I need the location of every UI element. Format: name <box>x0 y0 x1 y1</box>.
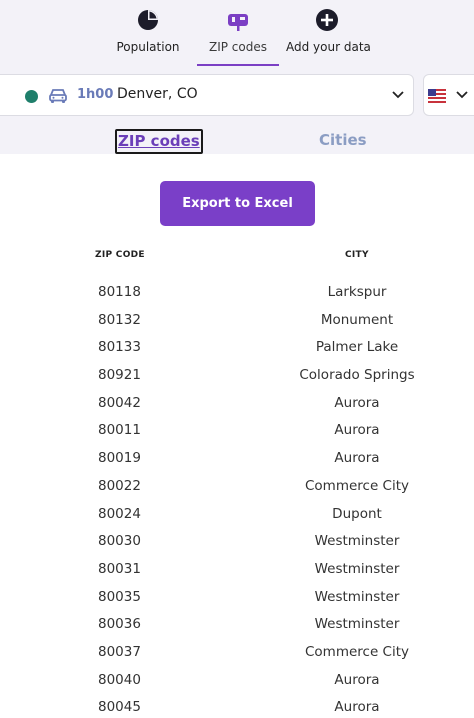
zip-code-cell: 80030 <box>98 533 141 550</box>
table-row: 80036 Westminster <box>0 610 474 638</box>
table-row: 80042 Aurora <box>0 389 474 417</box>
active-tab-indicator <box>197 64 279 66</box>
table-row: 80035 Westminster <box>0 583 474 611</box>
city-cell: Dupont <box>332 505 382 522</box>
city-cell: Aurora <box>334 699 380 716</box>
city-cell: Aurora <box>334 671 380 688</box>
pie-chart-icon <box>138 10 158 30</box>
city-cell: Aurora <box>334 422 380 439</box>
table-row: 80011 Aurora <box>0 416 474 444</box>
table-row: 80132 Monument <box>0 306 474 334</box>
country-selector[interactable] <box>423 74 474 116</box>
city-cell: Commerce City <box>304 643 410 660</box>
city-column-header: CITY <box>345 250 369 260</box>
zip-code-cell: 80036 <box>98 616 141 633</box>
city-cell: Westminster <box>314 616 400 633</box>
plus-circle-icon <box>316 9 338 31</box>
tab-cities-list[interactable]: Cities <box>319 131 367 149</box>
city-cell: Aurora <box>334 394 380 411</box>
table-row: 80022 Commerce City <box>0 472 474 500</box>
zip-code-cell: 80042 <box>98 394 141 411</box>
zip-code-cell: 80118 <box>98 284 141 300</box>
table-row: 80030 Westminster <box>0 527 474 555</box>
table-row: 80921 Colorado Springs <box>0 361 474 389</box>
zip-code-cell: 80019 <box>98 450 141 467</box>
zip-code-cell: 80011 <box>98 422 141 439</box>
zip-code-column-header: ZIP CODE <box>95 250 145 260</box>
zip-table: 80118 Larkspur 80132 Monument 80133 Palmer La… <box>0 278 474 718</box>
zip-code-cell: 80045 <box>98 699 141 716</box>
city-cell: Westminster <box>314 560 400 577</box>
location-selector[interactable]: 1h00 Denver, CO <box>0 74 414 116</box>
city-cell: Colorado Springs <box>299 367 415 384</box>
zip-code-cell: 80035 <box>98 588 141 605</box>
zip-code-cell: 80024 <box>98 505 141 522</box>
car-icon <box>49 89 67 103</box>
table-row: 80118 Larkspur <box>0 278 474 306</box>
drive-time: 1h00 <box>77 87 114 102</box>
table-row: 80037 Commerce City <box>0 638 474 666</box>
chevron-down-icon <box>456 91 468 99</box>
tab-population[interactable]: Population <box>108 0 188 66</box>
table-row: 80031 Westminster <box>0 555 474 583</box>
table-row: 80045 Aurora <box>0 693 474 718</box>
city-cell: Westminster <box>314 533 400 550</box>
zip-code-cell: 80921 <box>98 367 141 384</box>
mailbox-icon <box>228 14 248 31</box>
table-row: 80024 Dupont <box>0 500 474 528</box>
city-cell: Commerce City <box>304 477 410 494</box>
city-cell: Palmer Lake <box>315 339 399 356</box>
city-cell: Aurora <box>334 450 380 467</box>
search-bar: 1h00 Denver, CO <box>0 72 474 120</box>
export-to-excel-button[interactable]: Export to Excel <box>160 181 315 226</box>
zip-code-cell: 80022 <box>98 477 141 494</box>
chevron-down-icon <box>392 91 404 99</box>
table-row: 80019 Aurora <box>0 444 474 472</box>
zip-code-cell: 80037 <box>98 643 141 660</box>
location-text: Denver, CO <box>117 86 198 102</box>
table-row: 80040 Aurora <box>0 666 474 694</box>
tab-population-label: Population <box>116 40 180 54</box>
table-row: 80133 Palmer Lake <box>0 333 474 361</box>
city-cell: Westminster <box>314 588 400 605</box>
tab-zip-codes[interactable]: ZIP codes <box>197 0 279 66</box>
tab-add-your-data-label: Add your data <box>286 40 371 54</box>
status-dot <box>25 90 38 103</box>
tab-zip-codes-list[interactable]: ZIP codes <box>115 129 203 154</box>
zip-code-cell: 80031 <box>98 560 141 577</box>
zip-code-cell: 80040 <box>98 671 141 688</box>
top-navigation: Population ZIP codes Add your data <box>0 0 474 72</box>
city-cell: Monument <box>320 311 394 328</box>
us-flag-icon <box>428 89 446 103</box>
zip-code-cell: 80132 <box>98 311 141 328</box>
tab-add-your-data[interactable]: Add your data <box>286 0 371 66</box>
tab-zip-codes-label: ZIP codes <box>208 40 267 54</box>
city-cell: Larkspur <box>327 284 387 300</box>
zip-code-cell: 80133 <box>98 339 141 356</box>
result-tabs: ZIP codes Cities <box>0 120 474 154</box>
